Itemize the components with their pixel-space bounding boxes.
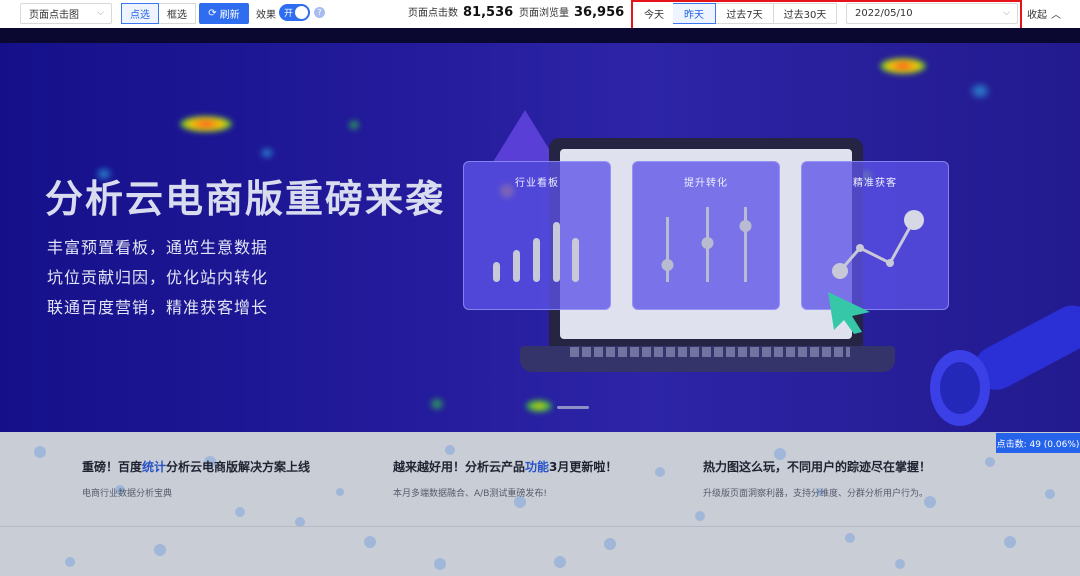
mode-point-select[interactable]: 点选 (121, 3, 159, 24)
news-title-highlight: 功能 (525, 460, 550, 474)
news-item-3[interactable]: 热力图这么玩，不同用户的踪迹尽在掌握！ 升级版页面洞察利器，支持分维度、分群分析… (703, 458, 931, 499)
heat-spot (970, 84, 990, 98)
page-views-value: 36,956 (574, 5, 625, 20)
effect-toggle[interactable]: 开 (279, 4, 310, 21)
line-graphic-icon (832, 210, 924, 279)
toggle-text: 开 (284, 9, 294, 19)
page-view-select[interactable]: 页面点击图 ⌵ (20, 3, 112, 24)
decor-cross-shape (930, 305, 1080, 426)
news-title-post: 3月更新啦！ (549, 460, 618, 474)
laptop-keys (570, 347, 850, 357)
carousel-indicator[interactable] (557, 406, 589, 409)
help-icon[interactable]: ? (314, 7, 325, 18)
refresh-icon: ⟳ (208, 8, 217, 19)
news-title-pre: 重磅！百度 (82, 460, 143, 474)
news-title-pre: 热力图这么玩，不同用户的踪迹尽在掌握！ (703, 460, 932, 474)
news-title: 越来越好用！分析云产品功能3月更新啦！ (393, 458, 617, 475)
chevron-down-icon: ⌵ (97, 8, 104, 18)
hero-banner[interactable]: 分析云电商版重磅来袭 丰富预置看板，通览生意数据 坑位贡献归因，优化站内转化 联… (0, 28, 1080, 432)
highlight-box (631, 0, 1022, 31)
bar-graphic-icon (493, 222, 579, 282)
banner-title: 分析云电商版重磅来袭 (45, 177, 446, 221)
toggle-knob (295, 6, 308, 19)
banner-line-3: 联通百度营销，精准获客增长 (47, 298, 269, 317)
cursor-icon (828, 292, 870, 334)
page-clicks-value: 81,536 (463, 5, 514, 20)
refresh-label: 刷新 (219, 10, 240, 21)
news-item-2[interactable]: 越来越好用！分析云产品功能3月更新啦！ 本月多端数据融合、A/B测试重磅发布! (393, 458, 617, 499)
click-count-tooltip: 点击数: 49 (0.06%) (996, 433, 1080, 453)
banner-top-strip (0, 28, 1080, 43)
heat-spot (880, 58, 926, 74)
news-subtitle: 本月多端数据融合、A/B测试重磅发布! (393, 489, 547, 499)
heatmap-toolbar: 页面点击图 ⌵ 点选 框选 ⟳ 刷新 效果 开 ? 页面点击数 81,536 页… (0, 0, 1080, 31)
card-industry-dashboard: 行业看板 (463, 161, 611, 310)
news-subtitle: 升级版页面洞察利器，支持分维度、分群分析用户行为。 (703, 489, 929, 499)
news-title-post: 分析云电商版解决方案上线 (166, 460, 311, 474)
select-mode-toggle: 点选 框选 (121, 3, 196, 24)
mode-box-select[interactable]: 框选 (159, 3, 196, 24)
effect-label: 效果 (256, 10, 276, 21)
collapse-label: 收起 (1027, 10, 1047, 21)
news-title-pre: 越来越好用！分析云产品 (393, 460, 526, 474)
news-title: 重磅！百度统计分析云电商版解决方案上线 (82, 458, 310, 475)
news-title: 热力图这么玩，不同用户的踪迹尽在掌握！ (703, 458, 931, 475)
chevron-up-icon: ︿ (1051, 10, 1061, 21)
heatmap-dot-overlay (34, 445, 1055, 570)
news-section: 重磅！百度统计分析云电商版解决方案上线 电商行业数据分析宝典 越来越好用！分析云… (0, 432, 1080, 576)
page-clicks-stat: 页面点击数 81,536 (408, 4, 513, 20)
divider (0, 526, 1080, 527)
page-views-label: 页面浏览量 (519, 8, 569, 19)
slider-graphic-icon (661, 207, 752, 282)
heat-spot (180, 116, 232, 132)
refresh-button[interactable]: ⟳ 刷新 (199, 3, 249, 24)
collapse-button[interactable]: 收起 ︿ (1027, 6, 1061, 21)
heat-spot (260, 148, 274, 158)
heat-spot (348, 120, 360, 130)
news-subtitle: 电商行业数据分析宝典 (82, 489, 173, 499)
page-views-stat: 页面浏览量 36,956 (519, 4, 624, 20)
heat-spot (430, 398, 444, 410)
banner-line-2: 坑位贡献归因，优化站内转化 (47, 268, 269, 287)
page-view-select-value: 页面点击图 (29, 10, 79, 21)
card-acquire-customers: 精准获客 (801, 161, 949, 310)
news-title-highlight: 统计 (142, 460, 167, 474)
card-improve-conversion: 提升转化 (632, 161, 780, 310)
page-clicks-label: 页面点击数 (408, 8, 458, 19)
news-item-1[interactable]: 重磅！百度统计分析云电商版解决方案上线 电商行业数据分析宝典 (82, 458, 310, 499)
banner-line-1: 丰富预置看板，通览生意数据 (47, 238, 269, 257)
decor-cone (493, 110, 557, 162)
heat-spot (526, 400, 552, 412)
